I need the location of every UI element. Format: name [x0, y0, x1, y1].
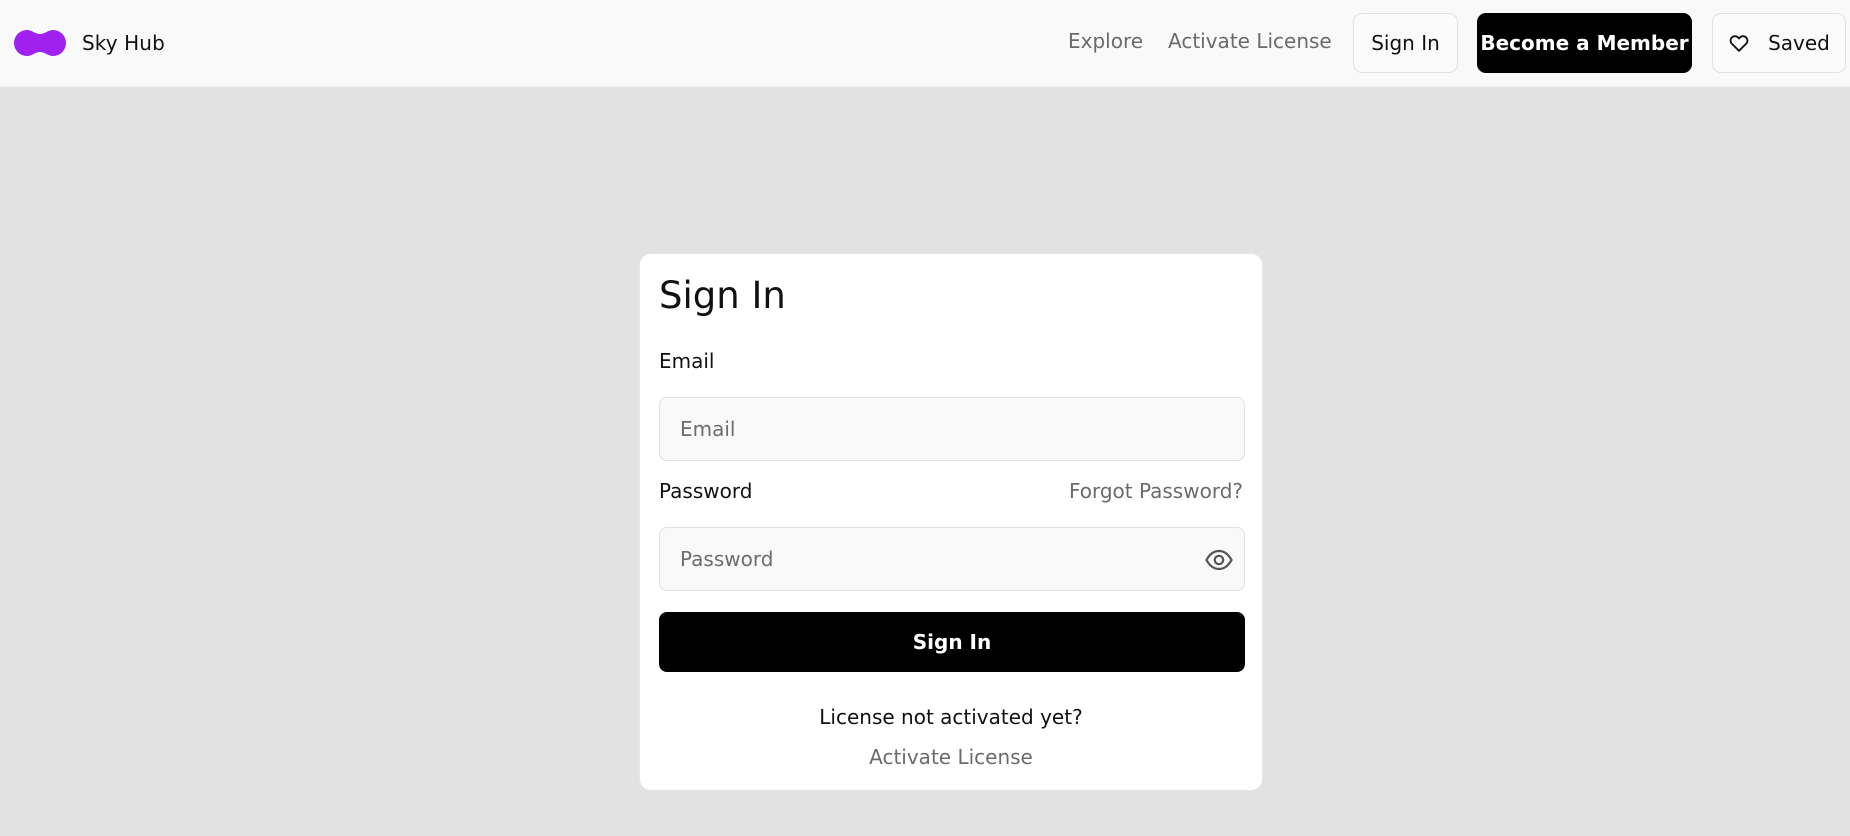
email-field-container: [659, 397, 1245, 461]
password-field-container: [659, 527, 1245, 591]
license-notice-text: License not activated yet?: [819, 705, 1083, 729]
become-member-button[interactable]: Become a Member: [1477, 13, 1692, 73]
show-password-toggle[interactable]: [1204, 545, 1234, 575]
heart-icon: [1729, 35, 1749, 52]
header-sign-in-button[interactable]: Sign In: [1353, 13, 1458, 73]
sign-in-card: Sign In Email Password Forgot Password? …: [639, 253, 1263, 791]
email-label: Email: [659, 349, 715, 373]
brand-logo-icon: [14, 30, 66, 56]
brand-name: Sky Hub: [82, 31, 165, 55]
activate-license-link[interactable]: Activate License: [869, 745, 1033, 769]
header-sign-in-label: Sign In: [1371, 31, 1440, 55]
sign-in-submit-label: Sign In: [912, 630, 992, 654]
nav-link-explore[interactable]: Explore: [1068, 29, 1143, 53]
saved-button[interactable]: Saved: [1712, 13, 1846, 73]
nav-link-activate-license[interactable]: Activate License: [1168, 29, 1332, 53]
activate-license-link-row: Activate License: [640, 745, 1262, 769]
password-input[interactable]: [660, 528, 1244, 590]
become-member-label: Become a Member: [1480, 31, 1689, 55]
password-label: Password: [659, 479, 753, 503]
brand[interactable]: Sky Hub: [14, 26, 165, 60]
email-input[interactable]: [660, 398, 1244, 460]
eye-icon: [1205, 549, 1233, 571]
sign-in-submit-button[interactable]: Sign In: [659, 612, 1245, 672]
sign-in-title: Sign In: [659, 274, 786, 317]
forgot-password-link[interactable]: Forgot Password?: [1069, 479, 1243, 503]
saved-label: Saved: [1768, 31, 1830, 55]
top-navigation-bar: Sky Hub Explore Activate License Sign In…: [0, 0, 1850, 87]
